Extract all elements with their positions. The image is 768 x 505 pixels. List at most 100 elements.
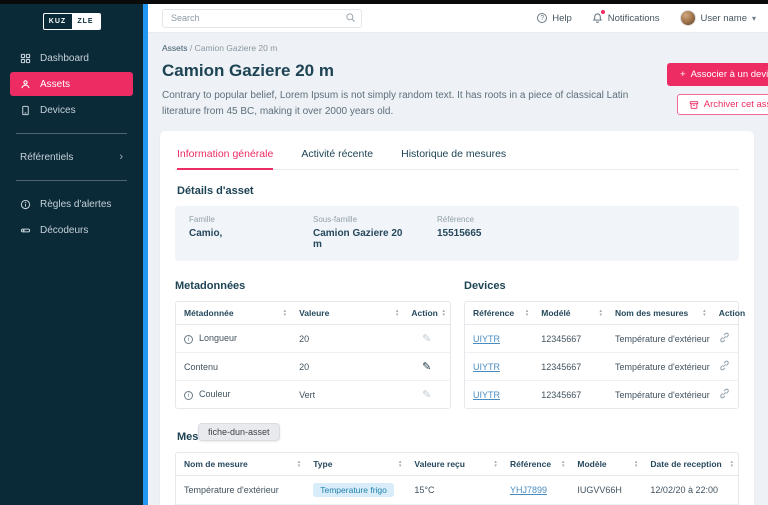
sort-icon[interactable]: ▴▾ [284,309,287,317]
column-header-metadonnee[interactable]: Métadonnée ▴▾ [176,302,291,325]
search-input[interactable] [162,9,362,28]
column-header-valeure-recu[interactable]: Valeure reçu ▴▾ [406,453,502,476]
sort-icon[interactable]: ▴▾ [396,309,399,317]
tab-information-generale[interactable]: Information générale [177,142,273,170]
sort-icon[interactable]: ▴▾ [526,309,529,317]
info-circle-icon [20,199,31,210]
metadata-name-cell: iLongueur [176,325,291,353]
column-label: Nom des mesures [615,308,688,318]
sidebar-item-label: Référentiels [20,152,73,163]
sort-icon[interactable]: ▴▾ [599,309,602,317]
sort-icon[interactable]: ▴▾ [703,309,706,317]
help-button[interactable]: ? Help [537,13,572,24]
column-header-date-reception[interactable]: Date de reception ▴▾ [642,453,738,476]
tab-historique-mesures[interactable]: Historique de mesures [401,142,506,169]
column-label: Valeure reçu [414,459,465,469]
measure-reference-cell: YHJ7899 [502,476,569,505]
top-window-strip [0,0,768,4]
sort-icon[interactable]: ▴▾ [562,460,565,468]
table-row: UIYTR12345667Température d'extérieur [465,381,738,408]
sort-icon[interactable]: ▴▾ [730,460,733,468]
avatar [680,10,696,26]
sort-icon[interactable]: ▴▾ [494,460,497,468]
kuzzle-logo: KUZ ZLE [43,13,101,30]
device-reference-link[interactable]: UIYTR [473,362,500,372]
breadcrumb-assets-link[interactable]: Assets [162,43,188,53]
tab-activite-recente[interactable]: Activité récente [301,142,373,169]
header-actions: + Associer à un device Archiver cet asse… [667,63,768,115]
sidebar-item-decodeurs[interactable]: Décodeurs [10,218,133,242]
user-menu[interactable]: User name ▾ [680,10,756,26]
edit-pencil-icon[interactable]: ✎ [422,333,431,345]
sort-icon[interactable]: ▴▾ [635,460,638,468]
column-header-modele[interactable]: Modélé▴▾ [533,302,607,325]
archive-asset-button[interactable]: Archiver cet asset [677,94,768,115]
page-content: Assets / Camion Gaziere 20 m Camion Gazi… [148,33,768,505]
page-title: Camion Gaziere 20 m [162,61,667,81]
device-measure-cell: Température d'extérieur [607,353,711,381]
devices-section: Devices Référence▴▾ Modélé▴▾ Nom des mes… [464,265,739,409]
sidebar-item-label: Règles d'alertes [40,199,111,210]
column-label: Valeure [299,308,329,318]
table-row: UIYTR12345667Température d'extérieur [465,325,738,353]
link-icon[interactable] [719,332,730,343]
measures-table: Nom de mesure▴▾ Type ▴▾ Valeure reçu ▴▾ Ré… [175,452,739,505]
sidebar-item-devices[interactable]: Devices [10,98,133,122]
column-header-reference[interactable]: Référence▴▾ [502,453,569,476]
device-action-cell [711,381,738,408]
field-value: Camio, [189,228,313,239]
column-header-action[interactable]: Action [711,302,738,325]
breadcrumb-separator: / [190,43,192,53]
column-header-action[interactable]: Action▴▾ [403,302,450,325]
notifications-button[interactable]: Notifications [592,12,660,24]
archive-icon [689,100,699,110]
metadata-section: Metadonnées Métadonnée▴▾ Valeure▴▾ Actio… [175,265,451,409]
table-header-row: Nom de mesure▴▾ Type ▴▾ Valeure reçu ▴▾ Ré… [176,453,738,476]
associate-device-label: Associer à un device [691,69,768,80]
detail-field-reference: Référence 15515665 [437,215,482,250]
associate-device-button[interactable]: + Associer à un device [667,63,768,86]
device-action-cell [711,353,738,381]
sort-icon[interactable]: ▴▾ [399,460,402,468]
sidebar-item-dashboard[interactable]: Dashboard [10,46,133,70]
sidebar-nav: Dashboard Assets Devices Référentiels › … [0,46,143,242]
link-icon[interactable] [719,388,730,399]
table-row: Température d'extérieurTemperature frigo… [176,476,738,505]
sidebar-item-regles-alertes[interactable]: Règles d'alertes [10,192,133,216]
column-header-nom-des-mesures[interactable]: Nom des mesures ▴▾ [607,302,711,325]
measure-reference-link[interactable]: YHJ7899 [510,485,547,495]
measure-type-badge: Temperature frigo [313,483,394,497]
search-icon[interactable] [345,12,356,23]
column-header-modele[interactable]: Modèle▴▾ [569,453,642,476]
column-header-valeure[interactable]: Valeure ▴▾ [291,302,403,325]
devices-table-body: UIYTR12345667Température d'extérieurUIYT… [465,325,738,408]
measure-date-cell: 12/02/20 à 22:00 [642,476,738,505]
sort-icon[interactable]: ▴▾ [442,309,445,317]
column-header-type[interactable]: Type ▴▾ [305,453,406,476]
edit-pencil-icon[interactable]: ✎ [422,389,431,401]
link-icon[interactable] [719,360,730,371]
device-measure-cell: Température d'extérieur [607,381,711,408]
field-label: Famille [189,215,313,224]
device-reference-link[interactable]: UIYTR [473,334,500,344]
column-header-nom-de-mesure[interactable]: Nom de mesure▴▾ [176,453,305,476]
info-icon: i [184,391,193,400]
sort-icon[interactable]: ▴▾ [298,460,301,468]
search-box [162,8,362,28]
chevron-down-icon: ▾ [752,14,756,23]
devices-icon [20,105,31,116]
column-label: Type [313,459,332,469]
tab-bar: Information générale Activité récente Hi… [175,142,739,170]
edit-pencil-icon[interactable]: ✎ [422,361,431,373]
column-label: Métadonnée [184,308,234,318]
metadata-action-cell: ✎ [403,381,450,408]
table-row: iLongueur20✎ [176,325,450,353]
devices-table: Référence▴▾ Modélé▴▾ Nom des mesures ▴▾ A… [464,301,739,409]
sidebar-item-assets[interactable]: Assets [10,72,133,96]
device-reference-link[interactable]: UIYTR [473,390,500,400]
column-label: Date de reception [650,459,721,469]
sidebar-item-referentiels[interactable]: Référentiels › [10,145,133,169]
column-header-reference[interactable]: Référence▴▾ [465,302,533,325]
field-label: Référence [437,215,482,224]
notification-dot [601,10,605,14]
